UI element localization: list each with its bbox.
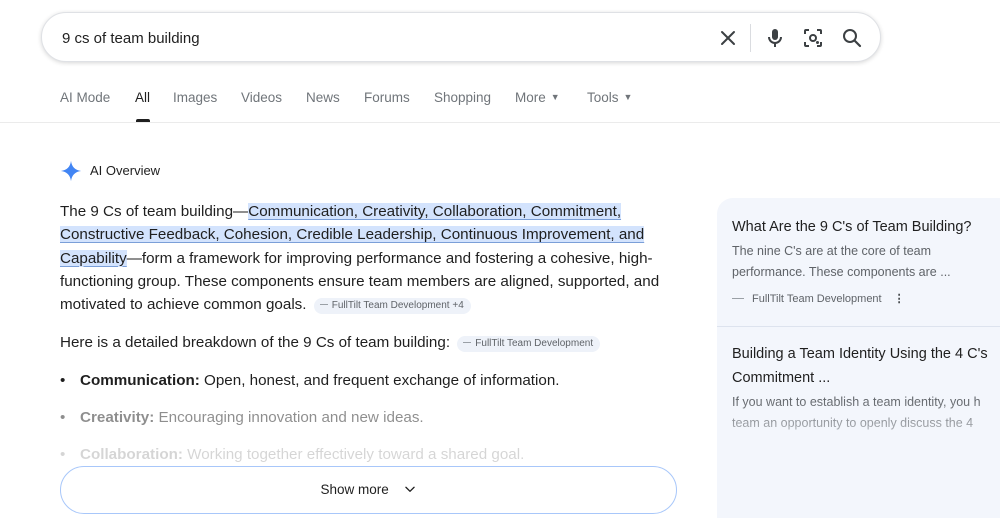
tab-all[interactable]: All <box>135 90 150 105</box>
tab-images[interactable]: Images <box>173 90 217 105</box>
snippet-line: performance. These components are ... <box>732 265 951 279</box>
tab-news[interactable]: News <box>306 90 340 105</box>
source-card-title[interactable]: Building a Team Identity Using the 4 C's… <box>732 342 1000 390</box>
highlight-text[interactable]: Constructive Feedback, Cohesion, Credibl… <box>60 226 645 244</box>
ai-overview-summary: The 9 Cs of team building—Communication,… <box>60 200 680 316</box>
list-item: Communication: Open, honest, and frequen… <box>60 372 680 409</box>
sparkle-icon <box>60 160 82 187</box>
source-favicon-icon <box>732 298 744 299</box>
source-chip[interactable]: FullTilt Team Development +4 <box>313 298 471 315</box>
source-card-snippet: If you want to establish a team identity… <box>732 392 1000 434</box>
snippet-line: team an opportunity to openly discuss th… <box>732 416 974 430</box>
search-input[interactable] <box>62 27 662 49</box>
search-icon[interactable] <box>840 26 864 50</box>
summary-text: functioning group. These components ensu… <box>60 272 660 290</box>
caret-down-icon: ▼ <box>623 92 633 102</box>
highlight-text[interactable]: Capability <box>60 249 127 267</box>
summary-intro: The 9 Cs of team building— <box>60 203 249 220</box>
source-chip-label: FullTilt Team Development <box>475 338 594 349</box>
clear-icon[interactable] <box>716 26 740 50</box>
list-item-term: Communication: <box>80 372 200 389</box>
search-divider <box>750 24 751 52</box>
show-more-button[interactable]: Show more <box>60 466 677 514</box>
show-more-label: Show more <box>320 482 389 497</box>
source-card-title[interactable]: What Are the 9 C's of Team Building? <box>732 215 1000 239</box>
lens-icon[interactable] <box>801 26 825 50</box>
tab-tools[interactable]: Tools ▼ <box>587 90 632 105</box>
tab-more[interactable]: More ▼ <box>515 90 560 105</box>
ai-overview-title: AI Overview <box>90 163 161 178</box>
tab-ai-mode[interactable]: AI Mode <box>60 90 110 105</box>
sources-panel: What Are the 9 C's of Team Building? The… <box>717 198 1000 518</box>
snippet-line: The nine C's are at the core of team <box>732 244 932 258</box>
source-favicon-icon <box>463 342 472 343</box>
card-divider <box>717 326 1000 327</box>
source-favicon-icon <box>319 304 328 306</box>
list-item-term: Creativity: <box>80 409 155 426</box>
snippet-line: If you want to establish a team identity… <box>732 395 981 409</box>
tab-videos[interactable]: Videos <box>241 90 282 105</box>
title-line: Commitment ... <box>732 370 831 386</box>
source-card-snippet: The nine C's are at the core of team per… <box>732 241 1000 283</box>
more-options-icon[interactable]: ⋮ <box>894 293 905 305</box>
tab-shopping[interactable]: Shopping <box>434 90 491 105</box>
list-item-desc: Open, honest, and frequent exchange of i… <box>204 372 560 389</box>
summary-text: motivated to achieve common goals. <box>60 296 307 314</box>
highlight-text[interactable]: Communication, Creativity, Collaboration… <box>248 203 622 220</box>
tab-tools-label: Tools <box>587 90 619 105</box>
list-item-desc: Working together effectively toward a sh… <box>187 446 525 463</box>
list-item-term: Collaboration: <box>80 446 183 463</box>
source-chip-label: FullTilt Team Development +4 <box>331 300 464 312</box>
list-item-desc: Encouraging innovation and new ideas. <box>158 409 424 426</box>
source-card[interactable]: Building a Team Identity Using the 4 C's… <box>732 342 1000 434</box>
tabs-divider <box>0 122 1000 123</box>
search-box[interactable] <box>41 12 881 62</box>
list-item: Creativity: Encouraging innovation and n… <box>60 409 680 446</box>
source-name: FullTilt Team Development <box>752 293 882 305</box>
microphone-icon[interactable] <box>763 26 787 50</box>
tab-more-label: More <box>515 90 546 105</box>
source-chip[interactable]: FullTilt Team Development <box>457 336 601 352</box>
title-line: Building a Team Identity Using the 4 C's <box>732 346 988 362</box>
tab-forums[interactable]: Forums <box>364 90 410 105</box>
breakdown-intro: Here is a detailed breakdown of the 9 Cs… <box>60 334 601 352</box>
breakdown-text: Here is a detailed breakdown of the 9 Cs… <box>60 334 451 351</box>
source-card-source: FullTilt Team Development ⋮ <box>732 292 1000 305</box>
chevron-down-icon <box>403 482 417 499</box>
source-card[interactable]: What Are the 9 C's of Team Building? The… <box>732 215 1000 305</box>
summary-text: —form a framework for improving performa… <box>126 249 653 267</box>
caret-down-icon: ▼ <box>550 92 560 102</box>
